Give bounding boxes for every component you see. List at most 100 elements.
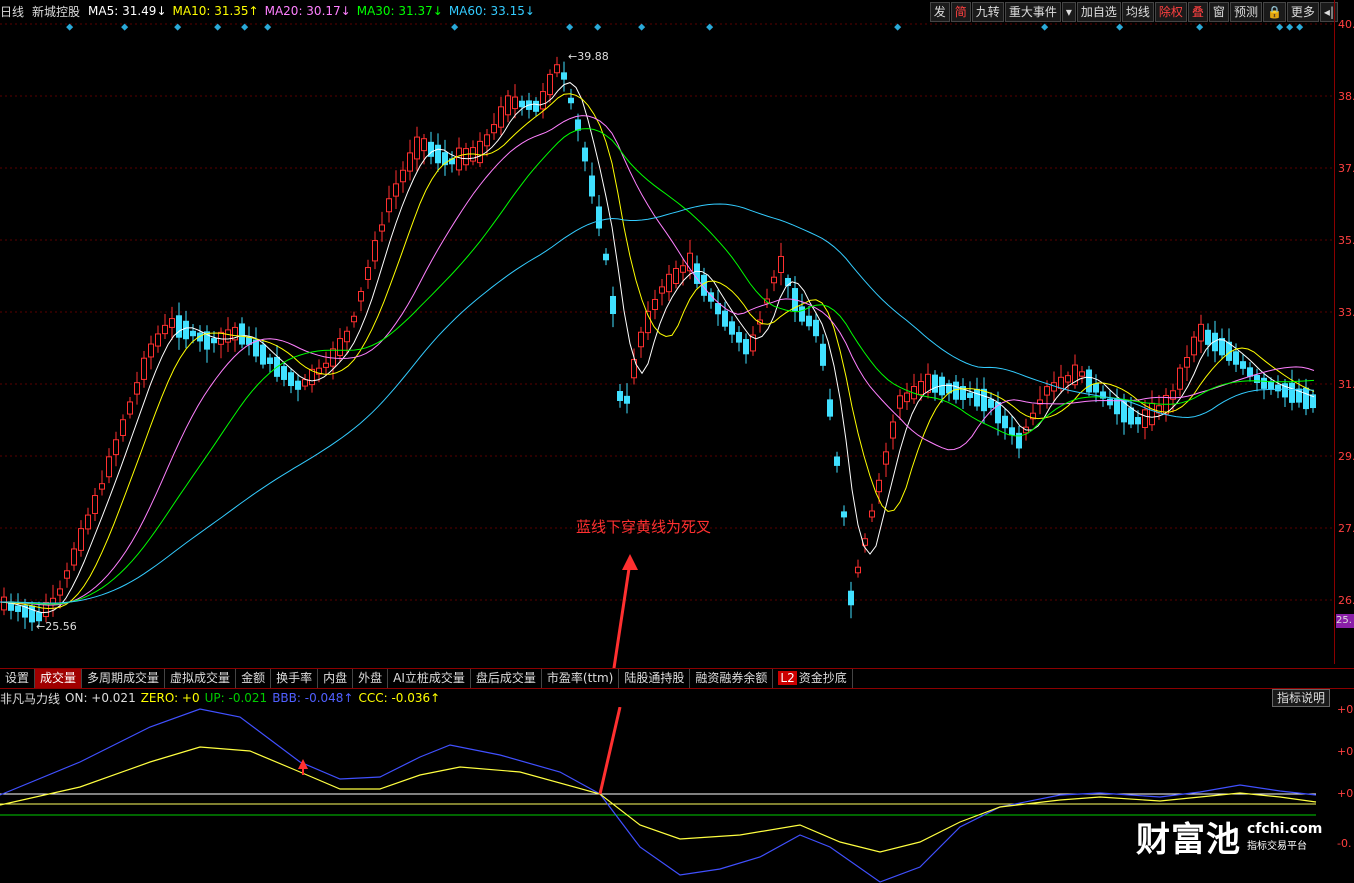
candle-body <box>358 291 364 302</box>
event-marker-icon[interactable] <box>594 23 602 31</box>
tab-12[interactable]: 融资融券余额 <box>690 669 774 688</box>
candle-body <box>771 276 777 284</box>
candle-body <box>1198 323 1204 342</box>
toolbar-button-11[interactable]: 🔒 <box>1262 2 1286 22</box>
toolbar-button-7[interactable]: 除权 <box>1154 2 1187 22</box>
watermark-logo: 财富池 <box>1136 820 1241 860</box>
candle-body <box>15 605 21 612</box>
candle-body <box>729 321 735 335</box>
event-marker-icon[interactable] <box>241 23 249 31</box>
event-marker-icon[interactable] <box>121 23 129 31</box>
event-marker-icon[interactable] <box>1196 23 1204 31</box>
indicator-chart[interactable] <box>0 707 1334 883</box>
candle-body <box>876 479 882 493</box>
tab-6[interactable]: 内盘 <box>318 669 354 688</box>
toolbar-button-1[interactable]: 简 <box>950 2 971 22</box>
toolbar-button-12[interactable]: 更多 <box>1286 2 1319 22</box>
event-marker-icon[interactable] <box>214 23 222 31</box>
event-marker-icon[interactable] <box>1116 23 1124 31</box>
event-marker-icon[interactable] <box>1286 23 1294 31</box>
event-marker-icon[interactable] <box>638 23 646 31</box>
candle-body <box>610 295 616 315</box>
tab-label: 设置 <box>5 671 30 685</box>
candle-body <box>477 140 483 164</box>
candle-body <box>589 175 595 197</box>
event-marker-icon[interactable] <box>66 23 74 31</box>
candle-body <box>372 240 378 262</box>
candle-body <box>778 255 784 274</box>
tab-label: 融资融券余额 <box>695 671 768 685</box>
tab-11[interactable]: 陆股通持股 <box>619 669 691 688</box>
candle-body <box>981 388 987 412</box>
price-tick-label: 40. <box>1338 18 1354 31</box>
event-marker-icon[interactable] <box>566 23 574 31</box>
tab-13[interactable]: L2 资金抄底 <box>773 669 853 688</box>
candle-body <box>1128 407 1134 425</box>
indicator-value-3: BBB: -0.048↑ <box>272 691 354 705</box>
candle-body <box>743 339 749 355</box>
candle-body <box>57 588 63 596</box>
candle-body <box>323 362 329 368</box>
tab-7[interactable]: 外盘 <box>353 669 389 688</box>
ma-value-0: MA5: 31.49↓ <box>88 4 167 18</box>
tab-0[interactable]: 设置 <box>0 669 36 688</box>
candle-body <box>659 286 665 294</box>
price-tick-label: 37. <box>1338 162 1354 175</box>
tab-4[interactable]: 金额 <box>236 669 272 688</box>
candle-body <box>988 398 994 408</box>
tab-5[interactable]: 换手率 <box>271 669 319 688</box>
candle-body <box>680 265 686 273</box>
toolbar-button-9[interactable]: 窗 <box>1208 2 1229 22</box>
candle-body <box>533 100 539 112</box>
candle-body <box>190 330 196 337</box>
event-marker-icon[interactable] <box>264 23 272 31</box>
indicator-name[interactable]: 非凡马力线 <box>0 690 60 707</box>
bbb-line <box>0 708 1317 883</box>
watermark-tagline: 指标交易平台 <box>1247 841 1307 852</box>
candle-body <box>491 124 497 134</box>
candle-body <box>1058 376 1064 389</box>
tab-label: 市盈率(ttm) <box>546 671 614 685</box>
tab-1[interactable]: 成交量 <box>35 669 83 688</box>
candle-body <box>92 495 98 514</box>
candle-body <box>1093 383 1099 393</box>
candle-body <box>1184 357 1190 368</box>
event-marker-icon[interactable] <box>1041 23 1049 31</box>
tab-3[interactable]: 虚拟成交量 <box>165 669 237 688</box>
candle-body <box>855 566 861 574</box>
ma-value-2: MA20: 30.17↓ <box>264 4 351 18</box>
toolbar-button-3[interactable]: 重大事件 <box>1004 2 1061 22</box>
toolbar-button-0[interactable]: 发 <box>929 2 950 22</box>
event-marker-icon[interactable] <box>1296 23 1304 31</box>
candle-body <box>176 315 182 338</box>
tab-9[interactable]: 盘后成交量 <box>471 669 542 688</box>
candle-body <box>99 483 105 490</box>
tab-10[interactable]: 市盈率(ttm) <box>542 669 620 688</box>
tab-8[interactable]: AI立桩成交量 <box>388 669 471 688</box>
candle-body <box>78 528 84 551</box>
toolbar-button-6[interactable]: 均线 <box>1121 2 1154 22</box>
candle-body <box>141 357 147 380</box>
candle-body <box>869 510 875 518</box>
ma-value-4: MA60: 33.15↓ <box>448 4 535 18</box>
last-price-marker: 25. <box>1336 614 1354 628</box>
toolbar-button-5[interactable]: 加自选 <box>1076 2 1121 22</box>
event-marker-icon[interactable] <box>451 23 459 31</box>
toolbar-button-10[interactable]: 预测 <box>1229 2 1262 22</box>
tab-2[interactable]: 多周期成交量 <box>82 669 166 688</box>
toolbar-button-2[interactable]: 九转 <box>971 2 1004 22</box>
toolbar-button-8[interactable]: 叠 <box>1187 2 1208 22</box>
candle-body <box>519 100 525 108</box>
candle-body <box>666 273 672 293</box>
candle-body <box>1149 402 1155 426</box>
candle-body <box>841 511 847 518</box>
event-marker-icon[interactable] <box>894 23 902 31</box>
candlestick-chart[interactable]: ←39.88 ←25.56 <box>0 22 1334 668</box>
indicator-value-4: CCC: -0.036↑ <box>358 691 441 705</box>
period-label[interactable]: 日线 <box>0 3 24 20</box>
event-marker-icon[interactable] <box>1276 23 1284 31</box>
event-marker-icon[interactable] <box>174 23 182 31</box>
toolbar-button-4[interactable]: ▾ <box>1061 2 1076 22</box>
event-marker-icon[interactable] <box>706 23 714 31</box>
indicator-help-button[interactable]: 指标说明 <box>1272 689 1331 707</box>
